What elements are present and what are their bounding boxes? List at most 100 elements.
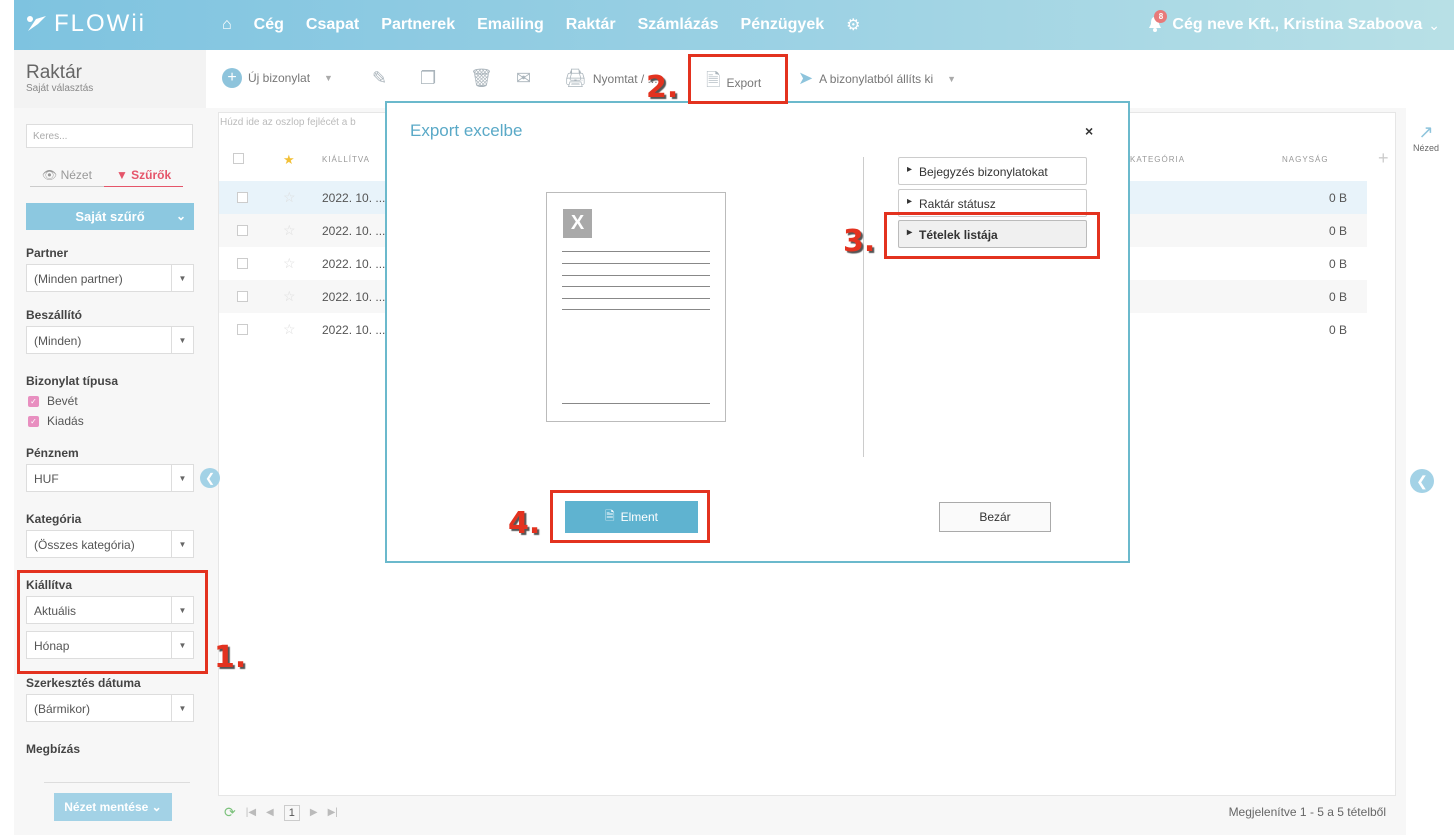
page-number[interactable]: 1 (283, 804, 300, 821)
nav-item-partnerek[interactable]: Partnerek (381, 16, 455, 34)
edited-value: (Bármikor) (34, 702, 90, 716)
gear-icon[interactable]: ⚙ (846, 15, 860, 35)
page-title: Raktár (26, 62, 82, 83)
row-checkbox[interactable] (237, 258, 248, 269)
home-icon[interactable]: ⌂ (222, 16, 232, 34)
issue-from-doc-button[interactable]: ➤ A bizonylatból állíts ki ▼ (798, 68, 956, 89)
tab-filters-label: Szűrők (131, 168, 172, 182)
annotation-number-2: 2. (646, 70, 679, 105)
preview-line (562, 403, 710, 404)
row-checkbox[interactable] (237, 291, 248, 302)
dropdown-arrow-icon[interactable]: ▼ (171, 531, 193, 557)
pencil-icon[interactable]: ✎ (372, 68, 387, 89)
close-icon[interactable]: × (1085, 123, 1093, 139)
tab-view-label: Nézet (60, 168, 92, 182)
row-checkbox[interactable] (237, 225, 248, 236)
save-view-button[interactable]: Nézet mentése ⌄ (54, 793, 172, 821)
flowii-logo[interactable]: FLOWii (26, 10, 146, 38)
option-journal-docs[interactable]: Bejegyzés bizonylatokat (898, 157, 1087, 185)
row-date: 2022. 10. ... (322, 191, 386, 205)
chevron-down-icon: ⌄ (1428, 16, 1440, 33)
doctype-label: Bizonylat típusa (26, 374, 119, 388)
star-outline-icon[interactable]: ☆ (283, 288, 296, 305)
new-doc-button[interactable]: + Új bizonylat ▼ (222, 68, 333, 88)
doctype-in-checkbox[interactable]: ✓ Bevét (28, 394, 78, 408)
partner-label: Partner (26, 246, 69, 260)
doctype-out-label: Kiadás (47, 414, 84, 428)
col-issued[interactable]: KIÁLLÍTVA (322, 155, 370, 164)
supplier-select[interactable]: (Minden) ▼ (26, 326, 194, 354)
external-view-button[interactable]: ↗ Nézed (1408, 122, 1444, 153)
new-doc-label: Új bizonylat (248, 71, 311, 85)
logo-icon (27, 16, 46, 31)
partner-select[interactable]: (Minden partner) ▼ (26, 264, 194, 292)
user-menu[interactable]: 8 Cég neve Kft., Kristina Szaboova ⌄ (1148, 0, 1440, 50)
col-size[interactable]: NAGYSÁG (1282, 155, 1329, 164)
trash-icon[interactable]: 🗑 (470, 68, 493, 89)
expand-panel-icon[interactable]: ❮ (1410, 469, 1434, 493)
doctype-out-checkbox[interactable]: ✓ Kiadás (28, 414, 84, 428)
chevron-down-icon: ▼ (947, 73, 957, 84)
external-view-label: Nézed (1412, 143, 1439, 153)
category-label: Kategória (26, 512, 82, 526)
main-nav: ⌂ Cég Csapat Partnerek Emailing Raktár S… (222, 0, 860, 50)
dropdown-arrow-icon[interactable]: ▼ (171, 327, 193, 353)
last-page-icon[interactable]: ▶| (328, 807, 338, 818)
issue-label: A bizonylatból állíts ki (819, 71, 934, 86)
edited-select[interactable]: (Bármikor) ▼ (26, 694, 194, 722)
collapse-sidebar-icon[interactable]: ❮ (200, 468, 220, 488)
dropdown-arrow-icon[interactable]: ▼ (171, 465, 193, 491)
top-navbar: FLOWii ⌂ Cég Csapat Partnerek Emailing R… (14, 0, 1454, 50)
envelope-icon[interactable]: ✉ (516, 68, 531, 89)
preview-line (562, 275, 710, 276)
prev-page-icon[interactable]: ◀ (266, 807, 274, 818)
close-button[interactable]: Bezár (939, 502, 1051, 532)
annotation-number-1: 1. (214, 640, 247, 675)
nav-item-emailing[interactable]: Emailing (477, 16, 544, 34)
pager: ⟳ |◀ ◀ 1 ▶ ▶| (224, 804, 338, 821)
row-date: 2022. 10. ... (322, 257, 386, 271)
nav-item-raktar[interactable]: Raktár (566, 16, 616, 34)
edited-label: Szerkesztés dátuma (26, 676, 141, 690)
nav-item-penzugyek[interactable]: Pénzügyek (741, 16, 825, 34)
plus-icon: + (222, 68, 242, 88)
export-excel-dialog: Export excelbe × X Bejegyzés bizonylatok… (385, 101, 1130, 563)
row-checkbox[interactable] (237, 324, 248, 335)
nav-item-szamlazas[interactable]: Számlázás (638, 16, 719, 34)
copy-icon[interactable]: ❐ (420, 68, 436, 89)
star-outline-icon[interactable]: ☆ (283, 222, 296, 239)
divider (863, 157, 864, 457)
select-all-checkbox[interactable] (233, 153, 244, 164)
row-checkbox[interactable] (237, 192, 248, 203)
own-filter-button[interactable]: Saját szűrő ⌄ (26, 203, 194, 230)
tab-view[interactable]: 👁 Nézet (30, 164, 104, 187)
first-page-icon[interactable]: |◀ (246, 807, 256, 818)
bell-icon[interactable]: 8 (1148, 10, 1168, 34)
annotation-number-4: 4. (508, 506, 541, 541)
star-outline-icon[interactable]: ☆ (283, 255, 296, 272)
add-column-icon[interactable]: + (1378, 148, 1389, 169)
dropdown-arrow-icon[interactable]: ▼ (171, 265, 193, 291)
row-size: 0 B (1328, 191, 1347, 205)
tab-filters[interactable]: ▼ Szűrők (103, 164, 184, 187)
supplier-value: (Minden) (34, 334, 82, 348)
category-select[interactable]: (Összes kategória) ▼ (26, 530, 194, 558)
filter-icon: ▼ (115, 168, 128, 182)
col-category[interactable]: KATEGÓRIA (1130, 155, 1185, 164)
dropdown-arrow-icon[interactable]: ▼ (171, 695, 193, 721)
preview-line (562, 309, 710, 310)
star-outline-icon[interactable]: ☆ (283, 189, 296, 206)
save-view-label: Nézet mentése (64, 800, 149, 814)
star-outline-icon[interactable]: ☆ (283, 321, 296, 338)
nav-item-csapat[interactable]: Csapat (306, 16, 359, 34)
annotation-box-1 (17, 570, 208, 674)
refresh-icon[interactable]: ⟳ (224, 804, 236, 821)
partner-value: (Minden partner) (34, 272, 123, 286)
search-input[interactable]: Keres... (26, 124, 193, 148)
nav-item-ceg[interactable]: Cég (254, 16, 284, 34)
next-page-icon[interactable]: ▶ (310, 807, 318, 818)
preview-line (562, 286, 710, 287)
currency-select[interactable]: HUF ▼ (26, 464, 194, 492)
star-icon[interactable]: ★ (283, 152, 296, 168)
print-button[interactable]: 🖨 Nyomtat / ... (564, 68, 658, 89)
